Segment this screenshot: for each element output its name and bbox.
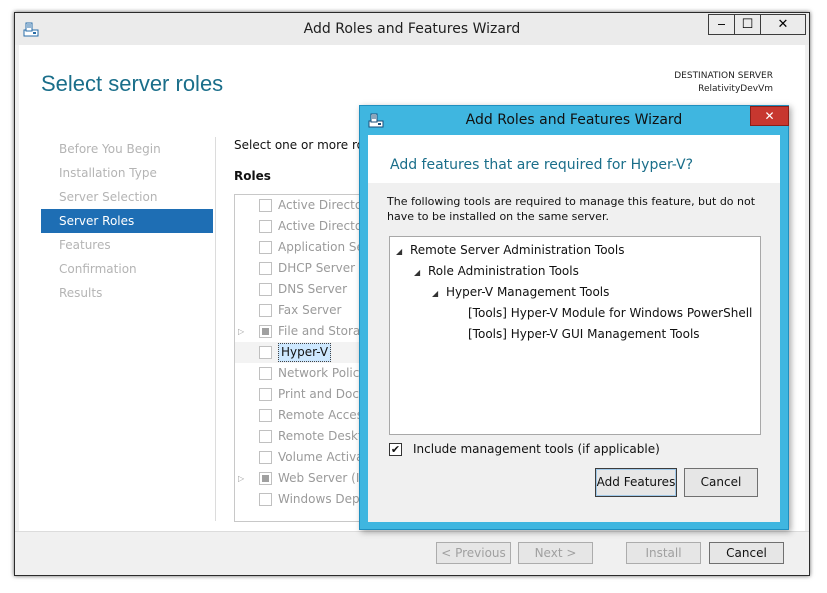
destination-server-label: DESTINATION SERVER xyxy=(674,71,773,81)
add-features-button[interactable]: Add Features xyxy=(595,468,677,497)
role-checkbox[interactable] xyxy=(259,346,272,359)
dialog-description: The following tools are required to mana… xyxy=(387,195,756,223)
role-label: DNS Server xyxy=(278,282,347,296)
tree-item[interactable]: [Tools] Hyper-V Module for Windows Power… xyxy=(468,303,752,324)
tree-item-label: [Tools] Hyper-V Module for Windows Power… xyxy=(468,306,753,320)
minimize-button[interactable]: ‒ xyxy=(708,14,735,35)
role-label: Web Server (IIS xyxy=(278,471,371,485)
role-label: Volume Activati xyxy=(278,450,372,464)
include-tools-checkbox[interactable]: ✔ xyxy=(389,443,402,456)
tree-item-label: [Tools] Hyper-V GUI Management Tools xyxy=(468,327,700,341)
dialog-cancel-button[interactable]: Cancel xyxy=(684,468,758,497)
role-checkbox[interactable] xyxy=(259,430,272,443)
required-features-tree[interactable]: ◢ Remote Server Administration Tools ◢ Rol… xyxy=(389,236,761,435)
expand-arrow-icon[interactable]: ▷ xyxy=(238,468,244,489)
next-button[interactable]: Next > xyxy=(518,542,593,564)
tree-item[interactable]: ◢ Remote Server Administration Tools xyxy=(396,240,624,261)
expand-arrow-icon[interactable]: ▷ xyxy=(238,321,244,342)
dialog-title: Add Roles and Features Wizard xyxy=(465,112,683,128)
role-checkbox[interactable] xyxy=(259,283,272,296)
role-checkbox[interactable] xyxy=(259,493,272,506)
nav-step-server-roles[interactable]: Server Roles xyxy=(41,209,213,233)
collapse-arrow-icon[interactable]: ◢ xyxy=(432,283,446,304)
role-label: Windows Deplo xyxy=(278,492,371,506)
include-tools-label: Include management tools (if applicable) xyxy=(413,442,660,456)
role-checkbox[interactable] xyxy=(259,199,272,212)
role-label: Print and Docu xyxy=(278,387,367,401)
nav-step-server-selection[interactable]: Server Selection xyxy=(41,185,213,209)
tree-item[interactable]: ◢ Role Administration Tools xyxy=(414,261,579,282)
role-checkbox[interactable] xyxy=(259,262,272,275)
role-checkbox[interactable] xyxy=(259,451,272,464)
dialog-body: Add features that are required for Hyper… xyxy=(368,135,780,522)
role-label: Remote Deskto xyxy=(278,429,370,443)
nav-step-installation-type[interactable]: Installation Type xyxy=(41,161,213,185)
main-titlebar[interactable]: Add Roles and Features Wizard ‒ ☐ ✕ xyxy=(15,13,809,45)
wizard-steps-nav: Before You Begin Installation Type Serve… xyxy=(41,137,213,305)
nav-divider xyxy=(215,137,216,521)
page-title: Select server roles xyxy=(41,71,224,96)
cancel-button[interactable]: Cancel xyxy=(709,542,784,564)
role-checkbox[interactable] xyxy=(259,388,272,401)
role-label: Network Policy xyxy=(278,366,367,380)
close-button[interactable]: ✕ xyxy=(760,14,806,35)
nav-step-features[interactable]: Features xyxy=(41,233,213,257)
role-label: Fax Server xyxy=(278,303,342,317)
collapse-arrow-icon[interactable]: ◢ xyxy=(414,262,428,283)
role-checkbox[interactable] xyxy=(259,304,272,317)
nav-step-results[interactable]: Results xyxy=(41,281,213,305)
nav-step-confirmation[interactable]: Confirmation xyxy=(41,257,213,281)
role-label: Remote Access xyxy=(278,408,370,422)
dialog-heading: Add features that are required for Hyper… xyxy=(390,157,694,173)
window-title: Add Roles and Features Wizard xyxy=(303,21,521,37)
install-button[interactable]: Install xyxy=(626,542,701,564)
role-label: DHCP Server xyxy=(278,261,356,275)
nav-step-before-you-begin[interactable]: Before You Begin xyxy=(41,137,213,161)
required-features-dialog: Add Roles and Features Wizard ✕ Add feat… xyxy=(359,105,789,530)
role-checkbox[interactable] xyxy=(259,220,272,233)
tree-item-label: Role Administration Tools xyxy=(428,264,579,278)
role-checkbox[interactable] xyxy=(259,367,272,380)
maximize-button[interactable]: ☐ xyxy=(734,14,761,35)
role-label: Hyper-V xyxy=(278,343,332,362)
dialog-heading-panel: Add features that are required for Hyper… xyxy=(368,135,780,183)
role-checkbox[interactable] xyxy=(259,325,272,338)
tree-item-label: Remote Server Administration Tools xyxy=(410,243,625,257)
destination-server-name: RelativityDevVm xyxy=(698,84,773,94)
roles-heading: Roles xyxy=(234,169,271,183)
role-checkbox[interactable] xyxy=(259,241,272,254)
role-checkbox[interactable] xyxy=(259,472,272,485)
previous-button[interactable]: < Previous xyxy=(436,542,511,564)
role-checkbox[interactable] xyxy=(259,409,272,422)
dialog-titlebar[interactable]: Add Roles and Features Wizard ✕ xyxy=(360,106,789,134)
tree-item[interactable]: ◢ Hyper-V Management Tools xyxy=(432,282,609,303)
dialog-close-button[interactable]: ✕ xyxy=(750,106,789,126)
wizard-footer: < Previous Next > Install Cancel xyxy=(15,531,809,575)
collapse-arrow-icon[interactable]: ◢ xyxy=(396,241,410,262)
tree-item[interactable]: [Tools] Hyper-V GUI Management Tools xyxy=(468,324,700,345)
tree-item-label: Hyper-V Management Tools xyxy=(446,285,610,299)
